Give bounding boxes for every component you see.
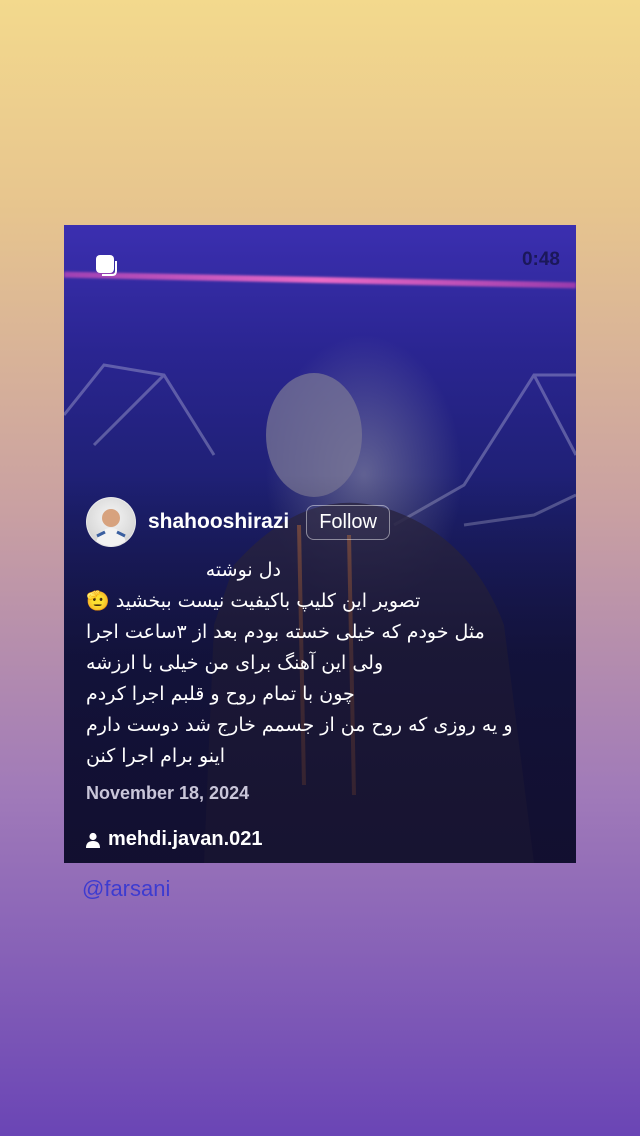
mention-sticker[interactable]: @farsani: [82, 876, 170, 902]
caption-line: ولی این آهنگ برای من خیلی با ارزشه: [86, 652, 384, 674]
person-icon: [86, 832, 100, 848]
video-timer: 0:48: [521, 249, 560, 270]
caption-line: و یه روزی که روح من از جسمم خارج شد دوست…: [86, 714, 513, 736]
caption-line: اینو برام اجرا کنن: [86, 745, 226, 767]
reel-post-card[interactable]: 0:48 shahooshirazi Follow دل نوشته تصویر…: [64, 225, 576, 863]
reels-icon: [94, 253, 118, 277]
caption-line: چون با تمام روح و قلبم اجرا کردم: [86, 683, 355, 705]
post-username[interactable]: shahooshirazi: [148, 510, 289, 534]
caption-line: مثل خودم که خیلی خسته بودم بعد از ۳ساعت …: [86, 621, 485, 643]
caption-line: دل نوشته: [205, 559, 281, 581]
follow-button[interactable]: Follow: [306, 504, 390, 540]
post-caption: دل نوشته تصویر این کلیپ باکیفیت نیست ببخ…: [86, 555, 556, 772]
avatar[interactable]: [86, 497, 136, 547]
tagged-username: mehdi.javan.021: [108, 828, 263, 850]
post-date: November 18, 2024: [86, 783, 250, 803]
tagged-user[interactable]: mehdi.javan.021: [86, 828, 263, 851]
post-author-row: shahooshirazi Follow: [86, 497, 390, 547]
caption-line: تصویر این کلیپ باکیفیت نیست ببخشید 🫡: [86, 590, 421, 612]
